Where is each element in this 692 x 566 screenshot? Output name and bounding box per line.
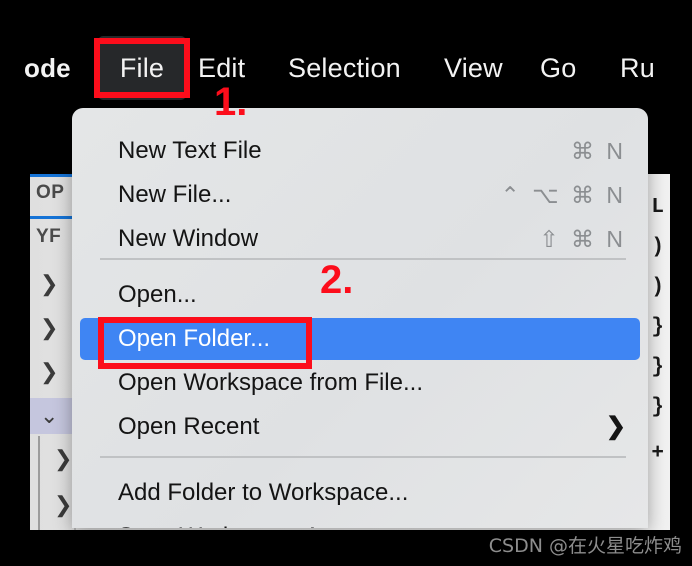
chevron-down-icon: ⌄ bbox=[40, 403, 59, 428]
editor-code-fragment: ) bbox=[651, 276, 664, 299]
sidebar-tree-row-selected[interactable]: ⌄ bbox=[30, 398, 74, 434]
chevron-right-icon: ❯ bbox=[54, 446, 73, 471]
menu-item-open-workspace-from-file[interactable]: Open Workspace from File... bbox=[80, 362, 640, 404]
sidebar-tree-row[interactable]: ❯ bbox=[30, 310, 74, 346]
tree-indent-guide bbox=[38, 436, 40, 530]
editor-code-fragment: L bbox=[651, 196, 664, 219]
menu-item-label: Save Workspace As... bbox=[118, 516, 352, 528]
annotation-step-two: 2. bbox=[320, 258, 354, 302]
annotation-step-one: 1. bbox=[214, 80, 248, 124]
watermark-text: CSDN @在火星吃炸鸡 bbox=[488, 535, 682, 557]
chevron-right-icon: ❯ bbox=[605, 413, 626, 440]
menu-item-label: New Text File bbox=[118, 137, 262, 164]
menubar-item-view[interactable]: View bbox=[444, 36, 503, 100]
menu-item-label: New File... bbox=[118, 181, 232, 208]
chevron-right-icon: ❯ bbox=[40, 359, 59, 384]
menu-item-shortcut: ⌃ ⌥ ⌘ N bbox=[500, 182, 626, 208]
menu-item-open-recent[interactable]: Open Recent ❯ bbox=[80, 406, 640, 448]
menu-item-label: New Window bbox=[118, 225, 259, 252]
menu-item-add-folder-to-workspace[interactable]: Add Folder to Workspace... bbox=[80, 472, 640, 514]
editor-code-fragment: } bbox=[651, 356, 664, 379]
menu-item-shortcut: ⌘ N bbox=[571, 138, 626, 164]
menu-item-open-folder[interactable]: Open Folder... bbox=[80, 318, 640, 360]
menu-item-label: Open Workspace from File... bbox=[118, 369, 423, 396]
menu-bar: ode File Edit Selection View Go Ru bbox=[0, 36, 692, 100]
menu-separator bbox=[100, 456, 626, 458]
menu-item-new-file[interactable]: New File... ⌃ ⌥ ⌘ N bbox=[80, 174, 640, 216]
menubar-item-selection[interactable]: Selection bbox=[288, 36, 401, 100]
menubar-item-file[interactable]: File bbox=[98, 36, 186, 100]
menu-item-shortcut: ⇧ ⌘ N bbox=[539, 226, 626, 252]
sidebar-section-folder: YF bbox=[36, 226, 62, 247]
menu-item-label: Open Folder... bbox=[118, 325, 271, 352]
menu-item-label: Add Folder to Workspace... bbox=[118, 479, 409, 506]
menu-separator bbox=[100, 258, 626, 260]
menu-item-label: Open... bbox=[118, 281, 197, 308]
editor-code-fragment: } bbox=[651, 396, 664, 419]
screenshot-root: OP YF ❯ ❯ ❯ ⌄ ❯ ❯ L ) ) } } } + ode File… bbox=[0, 0, 692, 566]
menubar-app-name[interactable]: ode bbox=[24, 36, 71, 100]
file-dropdown-menu: New Text File ⌘ N New File... ⌃ ⌥ ⌘ N Ne… bbox=[72, 108, 648, 528]
menu-item-label: Open Recent bbox=[118, 413, 260, 440]
sidebar-top-accent-line bbox=[30, 174, 74, 177]
menubar-item-run[interactable]: Ru bbox=[620, 36, 655, 100]
sidebar-tree-row[interactable]: ❯ bbox=[30, 354, 74, 390]
menu-item-open[interactable]: Open... bbox=[80, 274, 640, 316]
menubar-item-go[interactable]: Go bbox=[540, 36, 576, 100]
chevron-right-icon: ❯ bbox=[40, 315, 59, 340]
sidebar-section-open-editors: OP bbox=[36, 182, 65, 203]
editor-code-fragment: + bbox=[651, 442, 664, 465]
sidebar-section-accent-line bbox=[30, 216, 74, 219]
menu-item-new-window[interactable]: New Window ⇧ ⌘ N bbox=[80, 218, 640, 260]
editor-code-fragment: } bbox=[651, 316, 664, 339]
sidebar-tree-row[interactable]: ❯ bbox=[30, 266, 74, 302]
chevron-right-icon: ❯ bbox=[54, 492, 73, 517]
editor-code-fragment: ) bbox=[651, 236, 664, 259]
chevron-right-icon: ❯ bbox=[40, 271, 59, 296]
menu-item-save-workspace-as[interactable]: Save Workspace As... bbox=[80, 516, 640, 528]
menu-item-new-text-file[interactable]: New Text File ⌘ N bbox=[80, 130, 640, 172]
